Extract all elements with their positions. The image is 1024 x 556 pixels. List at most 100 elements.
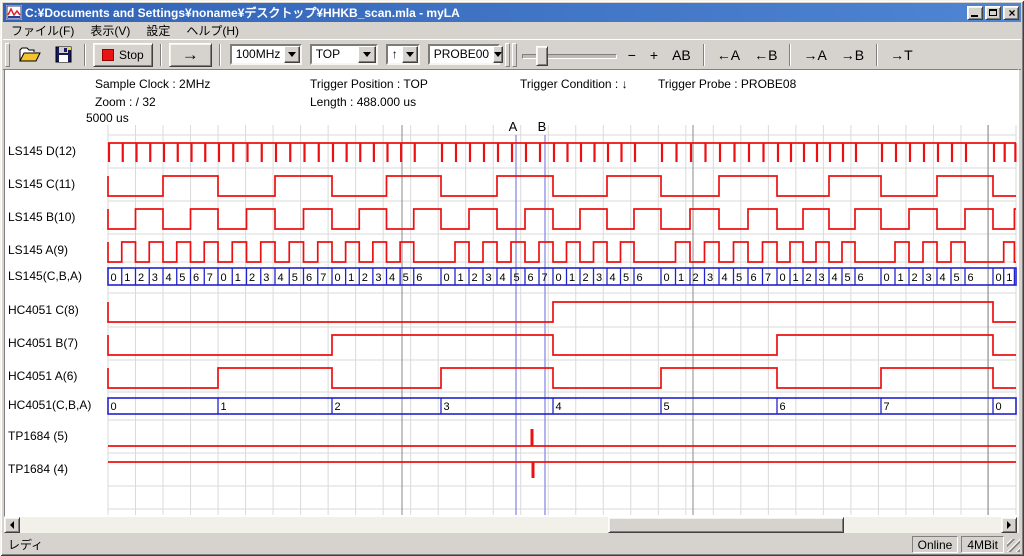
bus-cell-value: 0 xyxy=(556,272,562,284)
bus-cell-value: 3 xyxy=(444,401,450,413)
channel-tp1684-5- xyxy=(108,429,1016,446)
bus-cell-value: 3 xyxy=(596,272,602,284)
bus-cell-value: 6 xyxy=(193,272,199,284)
channel-ls145-c-11- xyxy=(108,176,1016,196)
bus-cell-value: 5 xyxy=(292,272,298,284)
bus-cell-value: 2 xyxy=(583,272,589,284)
channel-label: HC4051(C,B,A) xyxy=(8,398,91,412)
trigger-condition-info: Trigger Condition : ↓ xyxy=(520,77,628,91)
cursor-lines[interactable]: AB xyxy=(509,119,547,515)
channel-label: LS145 B(10) xyxy=(8,210,75,224)
channel-hc4051-a-6- xyxy=(108,368,1016,388)
bus-cell-value: 6 xyxy=(858,272,864,284)
bus-cell-value: 3 xyxy=(819,272,825,284)
bus-cell-value: 0 xyxy=(884,272,890,284)
bus-cell-value: 0 xyxy=(664,272,670,284)
bus-cell-value: 6 xyxy=(968,272,974,284)
cursor-a-label: A xyxy=(509,119,518,134)
bus-cell-value: 6 xyxy=(780,401,786,413)
channel-ls145-b-10- xyxy=(108,209,1016,229)
status-online-badge: Online xyxy=(912,536,959,553)
trigger-probe-info: Trigger Probe : PROBE08 xyxy=(658,77,796,91)
bus-cell-value: 3 xyxy=(486,272,492,284)
channel-label: TP1684 (4) xyxy=(8,462,68,476)
bus-cell-value: 1 xyxy=(793,272,799,284)
length-info: Length : 488.000 us xyxy=(310,95,416,109)
bus-cell-value: 3 xyxy=(152,272,158,284)
arrow-right-icon xyxy=(1007,521,1015,529)
bus-cell-value: 7 xyxy=(765,272,771,284)
bus-cell-value: 2 xyxy=(249,272,255,284)
bus-cell-value: 2 xyxy=(138,272,144,284)
bus-cell-value: 1 xyxy=(898,272,904,284)
bus-cell-value: 6 xyxy=(416,272,422,284)
bus-cell-value: 5 xyxy=(623,272,629,284)
bus-cell-value: 3 xyxy=(926,272,932,284)
bus-cell-value: 7 xyxy=(320,272,326,284)
bus-cell-value: 2 xyxy=(806,272,812,284)
bus-cell-value: 4 xyxy=(940,272,946,284)
bus-cell-value: 4 xyxy=(389,272,395,284)
bus-cell-value: 4 xyxy=(278,272,284,284)
channel-ls145-a-9- xyxy=(108,242,1016,262)
bus-cell-value: 1 xyxy=(124,272,130,284)
bus-cell-value: 7 xyxy=(884,401,890,413)
bus-cell-value: 5 xyxy=(845,272,851,284)
bus-cell-value: 3 xyxy=(375,272,381,284)
scroll-left-button[interactable] xyxy=(4,517,20,533)
horizontal-scrollbar[interactable] xyxy=(4,517,1019,533)
cursor-b-label: B xyxy=(538,119,547,134)
bus-cell-value: 1 xyxy=(348,272,354,284)
bus-cell-value: 5 xyxy=(664,401,670,413)
bus-cell-value: 3 xyxy=(263,272,269,284)
bus-cell-value: 1 xyxy=(458,272,464,284)
resize-grip[interactable] xyxy=(1007,539,1020,552)
bus-cell-value: 6 xyxy=(751,272,757,284)
bus-cell-value: 3 xyxy=(707,272,713,284)
bus-cell-value: 1 xyxy=(569,272,575,284)
zoom-info: Zoom : / 32 xyxy=(95,95,156,109)
bus-cell-value: 0 xyxy=(221,272,227,284)
trigger-position-info: Trigger Position : TOP xyxy=(310,77,428,91)
bus-cell-value: 4 xyxy=(500,272,506,284)
bus-cell-value: 2 xyxy=(472,272,478,284)
bus-cell-value: 2 xyxy=(693,272,699,284)
channel-hc4051-c-b-a-: 012345670 xyxy=(108,398,1016,414)
bus-cell-value: 4 xyxy=(166,272,172,284)
bus-cell-value: 5 xyxy=(954,272,960,284)
bus-cell-value: 5 xyxy=(403,272,409,284)
bus-cell-value: 0 xyxy=(444,272,450,284)
bus-cell-value: 1 xyxy=(235,272,241,284)
bus-cell-value: 6 xyxy=(306,272,312,284)
channel-label: HC4051 B(7) xyxy=(8,336,78,350)
channel-label: HC4051 A(6) xyxy=(8,369,77,383)
bus-cell-value: 1 xyxy=(678,272,684,284)
status-bar: レディ Online 4MBit xyxy=(3,536,1021,553)
bus-cell-value: 6 xyxy=(528,272,534,284)
bus-cell-value: 1 xyxy=(221,401,227,413)
bus-cell-value: 0 xyxy=(780,272,786,284)
channel-label: LS145 D(12) xyxy=(8,144,76,158)
bus-cell-value: 0 xyxy=(335,272,341,284)
bus-cell-value: 0 xyxy=(996,401,1002,413)
bus-cell-value: 2 xyxy=(362,272,368,284)
grid xyxy=(108,125,1016,515)
channel-ls145-d-12- xyxy=(108,143,1016,162)
bus-cell-value: 4 xyxy=(610,272,616,284)
scrollbar-thumb[interactable] xyxy=(608,517,844,533)
bus-cell-value: 5 xyxy=(736,272,742,284)
arrow-left-icon xyxy=(6,521,14,529)
bus-cell-value: 6 xyxy=(637,272,643,284)
bus-cell-value: 5 xyxy=(179,272,185,284)
scroll-right-button[interactable] xyxy=(1001,517,1017,533)
channel-label: LS145 C(11) xyxy=(8,177,75,191)
channel-label: LS145(C,B,A) xyxy=(8,269,82,283)
bus-cell-value: 0 xyxy=(111,401,117,413)
bus-cell-value: 7 xyxy=(207,272,213,284)
bus-cell-value: 7 xyxy=(542,272,548,284)
bus-cell-value: 1 xyxy=(1006,272,1012,284)
channel-ls145-c-b-a-: 0123456701234567012345601234567012345601… xyxy=(108,268,1016,285)
channel-label: HC4051 C(8) xyxy=(8,303,79,317)
bus-cell-value: 5 xyxy=(514,272,520,284)
bus-cell-value: 4 xyxy=(832,272,838,284)
